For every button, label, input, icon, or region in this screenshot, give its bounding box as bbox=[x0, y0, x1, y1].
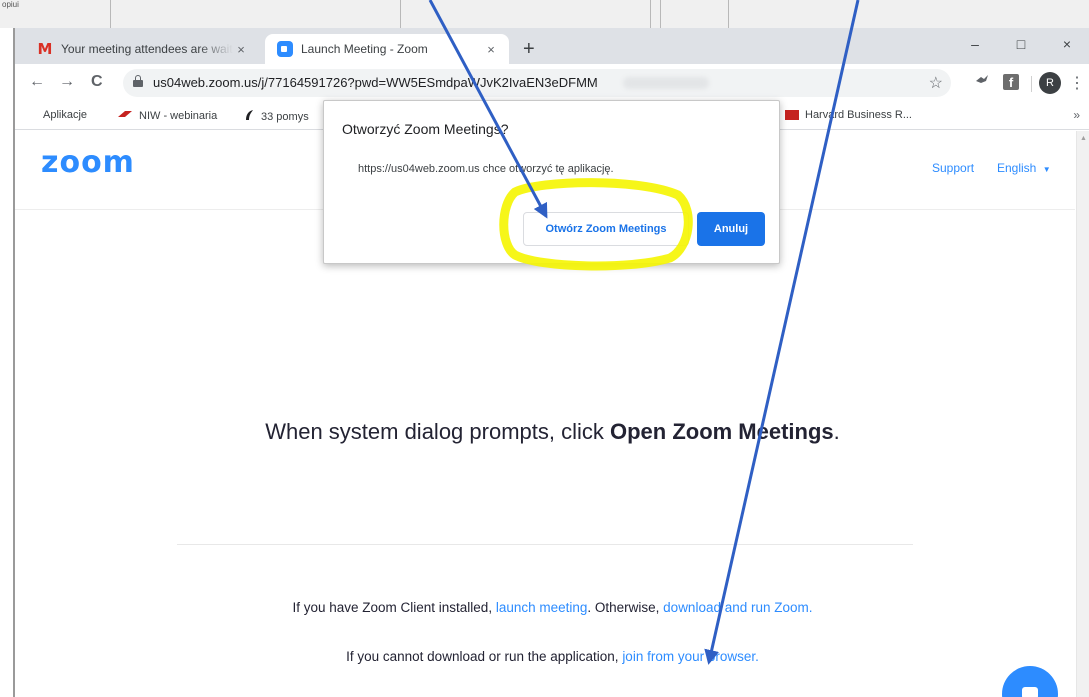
extension-bird-icon[interactable] bbox=[975, 72, 989, 86]
tab-strip: M Your meeting attendees are waiti × Lau… bbox=[15, 28, 1089, 64]
tab-gmail[interactable]: M Your meeting attendees are waiti × bbox=[25, 34, 259, 64]
bookmark-33-pomys[interactable]: 33 pomys bbox=[243, 109, 309, 124]
chat-support-button[interactable] bbox=[1002, 666, 1058, 697]
close-window-button[interactable]: × bbox=[1044, 28, 1089, 60]
bookmark-label: Aplikacje bbox=[43, 109, 88, 121]
scroll-up-icon[interactable]: ▲ bbox=[1080, 135, 1087, 142]
content-divider bbox=[177, 544, 913, 545]
niw-icon bbox=[117, 109, 133, 122]
menu-icon[interactable]: ⋮ bbox=[1069, 73, 1085, 93]
tab-title: Launch Meeting - Zoom bbox=[301, 42, 428, 56]
open-zoom-meetings-emphasis: Open Zoom Meetings bbox=[609, 419, 834, 444]
zoom-logo[interactable]: zoom bbox=[41, 145, 135, 180]
launch-instructions: If you have Zoom Client installed, launc… bbox=[292, 600, 813, 615]
close-tab-icon[interactable]: × bbox=[233, 42, 249, 57]
gmail-icon: M bbox=[37, 40, 53, 58]
background-divider bbox=[660, 0, 661, 28]
new-tab-button[interactable]: + bbox=[523, 38, 535, 61]
bookmarks-more-button[interactable]: » bbox=[1073, 108, 1080, 122]
bookmark-label: NIW - webinaria bbox=[139, 109, 218, 122]
caret-down-icon: ▼ bbox=[1042, 165, 1051, 174]
tab-title: Your meeting attendees are waiti bbox=[61, 42, 233, 56]
language-label: English bbox=[997, 161, 1037, 175]
redacted-url-part bbox=[623, 77, 709, 89]
bookmark-label: 33 pomys bbox=[261, 110, 309, 123]
join-from-browser-link[interactable]: join from your browser. bbox=[622, 649, 759, 664]
forward-button[interactable]: → bbox=[59, 73, 75, 91]
hbr-icon bbox=[785, 110, 799, 120]
bookmark-apps[interactable]: Aplikacje bbox=[25, 109, 87, 121]
open-app-dialog: Otworzyć Zoom Meetings? https://us04web.… bbox=[323, 100, 780, 264]
tab-zoom[interactable]: Launch Meeting - Zoom × bbox=[265, 34, 509, 64]
background-window-strip: opiui bbox=[0, 0, 1089, 28]
minimize-button[interactable]: – bbox=[952, 28, 998, 60]
bookmark-niw[interactable]: NIW - webinaria bbox=[117, 109, 217, 122]
close-tab-icon[interactable]: × bbox=[483, 42, 499, 57]
launch-meeting-link[interactable]: launch meeting bbox=[496, 600, 588, 615]
url-text[interactable]: us04web.zoom.us/j/77164591726?pwd=WW5ESm… bbox=[153, 75, 598, 90]
back-button[interactable]: ← bbox=[29, 73, 45, 91]
facebook-extension-icon[interactable]: f bbox=[1003, 74, 1019, 90]
zoom-icon bbox=[277, 41, 293, 57]
dialog-message: https://us04web.zoom.us chce otworzyć tę… bbox=[358, 163, 614, 175]
lock-icon bbox=[133, 75, 143, 87]
background-divider bbox=[110, 0, 111, 28]
cancel-button[interactable]: Anuluj bbox=[697, 212, 765, 246]
bookmark-label: Harvard Business R... bbox=[805, 109, 912, 121]
browser-toolbar: ← → C us04web.zoom.us/j/77164591726?pwd=… bbox=[15, 64, 1089, 102]
bookmark-hbr[interactable]: Harvard Business R... bbox=[785, 109, 912, 121]
address-bar[interactable]: us04web.zoom.us/j/77164591726?pwd=WW5ESm… bbox=[123, 69, 951, 97]
dialog-title: Otworzyć Zoom Meetings? bbox=[342, 121, 509, 137]
maximize-button[interactable]: □ bbox=[998, 28, 1044, 60]
instruction-message: When system dialog prompts, click Open Z… bbox=[265, 419, 840, 444]
open-zoom-meetings-button[interactable]: Otwórz Zoom Meetings bbox=[523, 212, 689, 246]
avatar[interactable]: R bbox=[1039, 72, 1061, 94]
background-label: opiui bbox=[2, 0, 19, 9]
background-divider bbox=[650, 0, 651, 28]
toolbar-separator bbox=[1031, 76, 1032, 92]
apps-grid-icon bbox=[25, 109, 37, 121]
language-selector[interactable]: English ▼ bbox=[997, 161, 1051, 175]
browser-join-instructions: If you cannot download or run the applic… bbox=[346, 649, 759, 664]
support-link[interactable]: Support bbox=[932, 161, 974, 175]
reload-button[interactable]: C bbox=[91, 73, 103, 91]
download-zoom-link[interactable]: download and run Zoom. bbox=[663, 600, 812, 615]
background-divider bbox=[400, 0, 401, 28]
background-window-edge bbox=[0, 28, 14, 697]
bookmark-star-icon[interactable]: ☆ bbox=[929, 73, 943, 93]
background-divider bbox=[728, 0, 729, 28]
bookmark-icon bbox=[243, 109, 255, 124]
